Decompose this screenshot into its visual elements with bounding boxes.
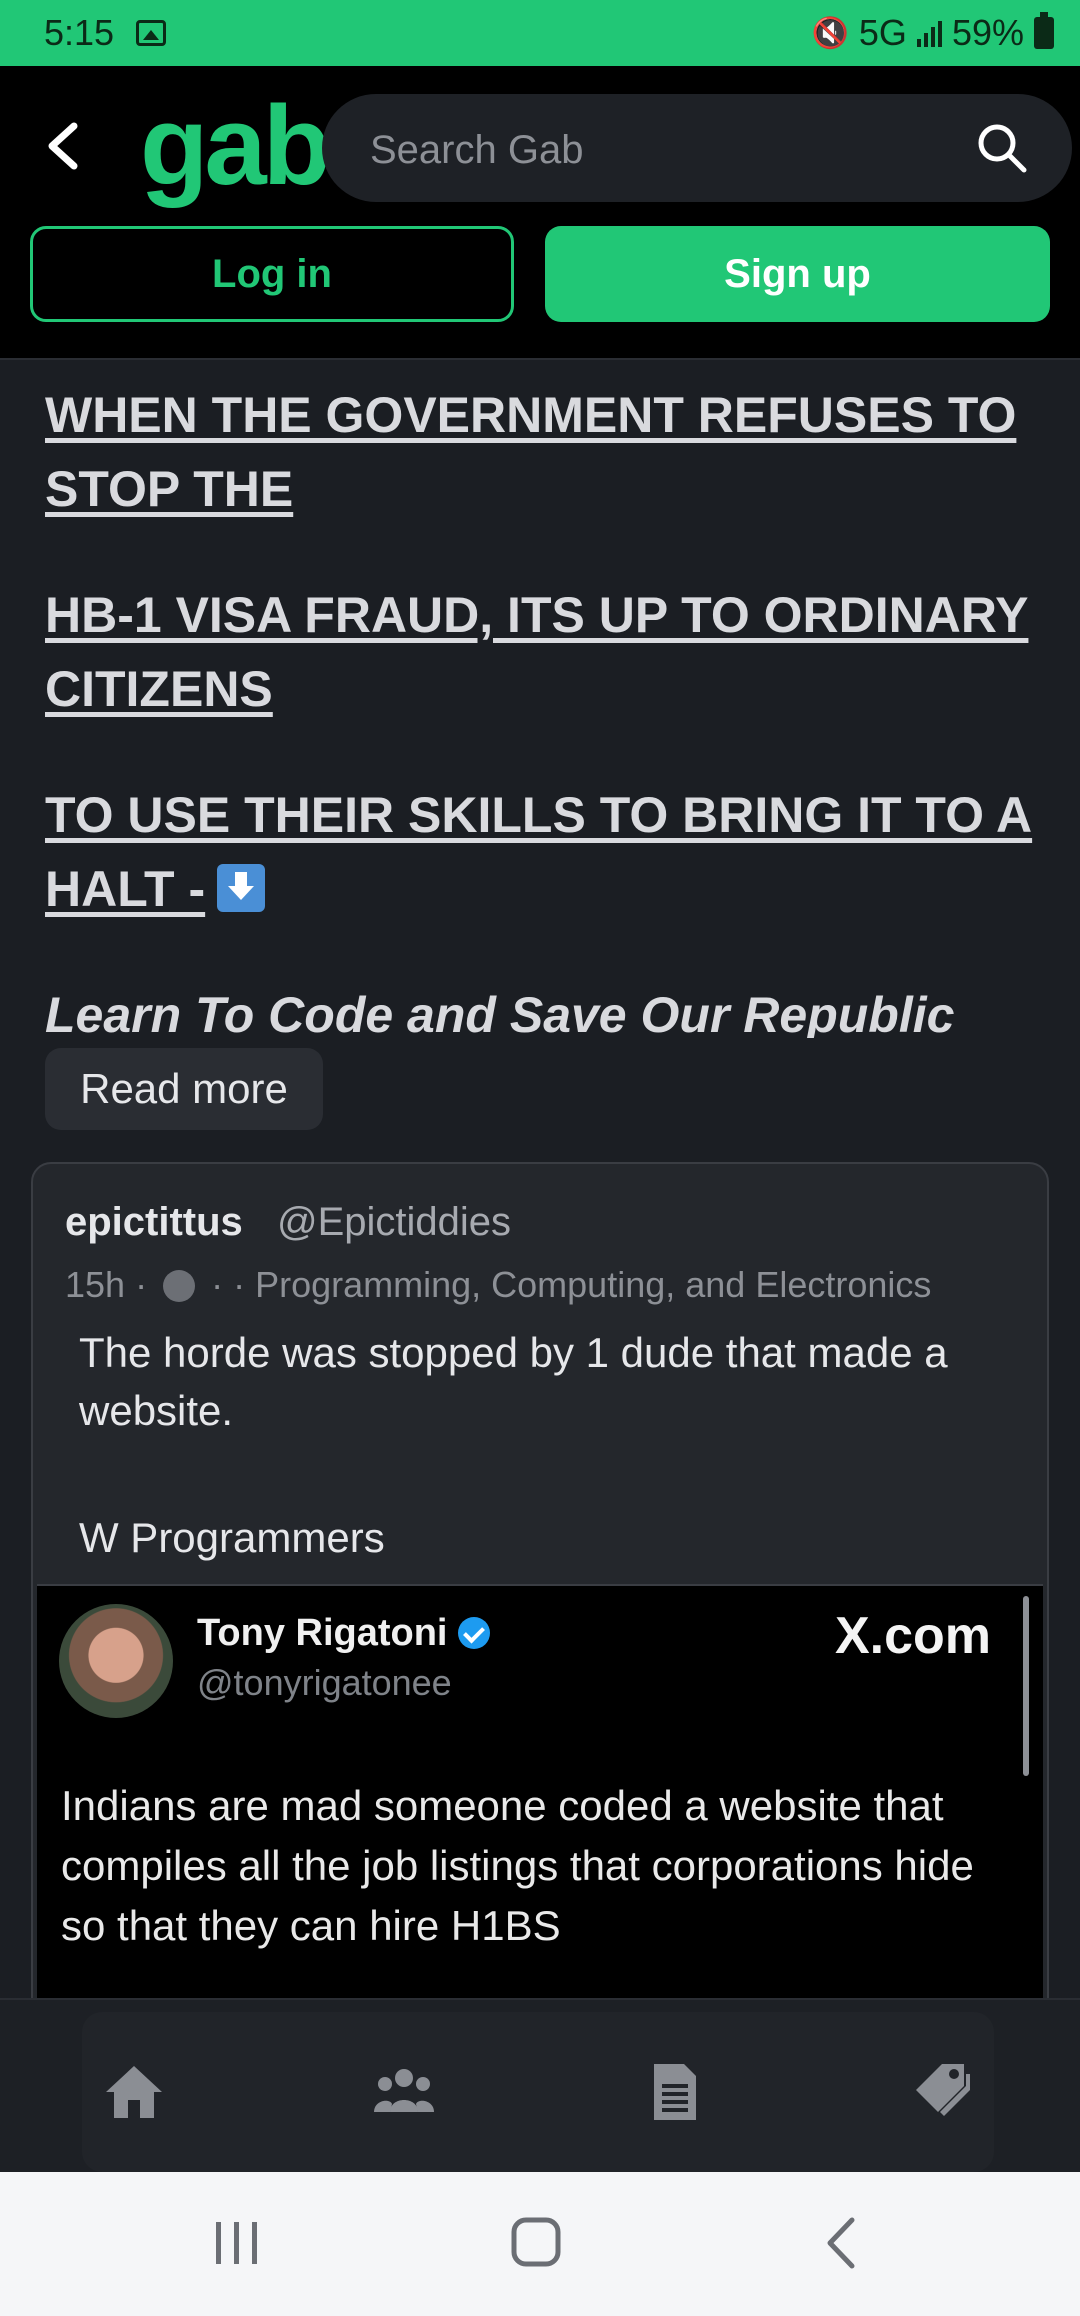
back-arrow-icon[interactable]: [34, 116, 94, 176]
quoted-author-handle[interactable]: @Epictiddies: [277, 1200, 511, 1245]
embed-text: Indians are mad someone coded a website …: [61, 1782, 974, 1949]
embed-handle: @tonyrigatonee: [197, 1662, 452, 1703]
back-button-icon[interactable]: [816, 2216, 870, 2270]
groups-icon[interactable]: [372, 2060, 436, 2124]
quoted-post-text: The horde was stopped by 1 dude that mad…: [79, 1329, 948, 1434]
signup-button[interactable]: Sign up: [545, 226, 1050, 322]
system-navigation-bar: [0, 2172, 1080, 2316]
status-bar: 5:15 🔇 5G 59%: [0, 0, 1080, 66]
bottom-nav-container: [82, 2012, 994, 2172]
avatar: [59, 1604, 173, 1718]
quoted-post[interactable]: epictittus @Epictiddies 15h · · · Progra…: [31, 1162, 1049, 2000]
bottom-navigation: [0, 1998, 1080, 2174]
feed-content: WHEN THE GOVERNMENT REFUSES TO STOP THE …: [0, 360, 1080, 2000]
status-right: 🔇 5G 59%: [812, 12, 1054, 54]
quoted-post-meta: 15h · · · Programming, Computing, and El…: [65, 1264, 932, 1305]
battery-percent: 59%: [951, 12, 1024, 53]
read-more-button[interactable]: Read more: [45, 1048, 323, 1130]
verified-badge-icon: [457, 1617, 490, 1649]
search-placeholder: Search Gab: [370, 128, 584, 172]
post-time: 15h: [65, 1264, 126, 1305]
search-icon[interactable]: [974, 120, 1030, 176]
news-icon[interactable]: [642, 2060, 706, 2124]
search-input[interactable]: Search Gab: [322, 94, 1072, 202]
network-type: 5G: [858, 12, 907, 53]
x-logo: X.com: [834, 1607, 991, 1665]
scrollbar[interactable]: [1023, 1596, 1029, 1776]
top-header: gab Search Gab Log in Sign up: [0, 66, 1080, 360]
embed-author: Tony Rigatoni: [197, 1612, 490, 1655]
status-time: 5:15: [44, 12, 115, 53]
gab-logo[interactable]: gab: [140, 90, 331, 202]
quoted-post-text-2: W Programmers: [79, 1514, 385, 1561]
login-button[interactable]: Log in: [30, 226, 514, 322]
post-line: Learn To Code and Save Our Republic: [45, 987, 955, 1038]
recent-apps-icon[interactable]: [210, 2216, 264, 2270]
down-arrow-emoji-icon: [217, 864, 266, 912]
post-line[interactable]: WHEN THE GOVERNMENT REFUSES TO STOP THE: [45, 378, 1045, 526]
post-line[interactable]: TO USE THEIR SKILLS TO BRING IT TO A HAL…: [45, 787, 1032, 917]
embedded-tweet-image[interactable]: Tony Rigatoni @tonyrigatonee X.com India…: [37, 1584, 1043, 2000]
marketplace-tag-icon[interactable]: [912, 2060, 976, 2124]
signal-icon: [916, 19, 942, 47]
quoted-author-name[interactable]: epictittus: [65, 1200, 243, 1245]
group-name[interactable]: Programming, Computing, and Electronics: [255, 1264, 931, 1305]
post-line-with-emoji[interactable]: TO USE THEIR SKILLS TO BRING IT TO A HAL…: [45, 778, 1045, 926]
home-icon[interactable]: [102, 2060, 166, 2124]
post-line[interactable]: HB-1 VISA FRAUD, ITS UP TO ORDINARY CITI…: [45, 578, 1045, 726]
globe-icon: [163, 1270, 196, 1302]
battery-icon: [1034, 12, 1054, 49]
home-button-icon[interactable]: [510, 2216, 564, 2270]
post-body: WHEN THE GOVERNMENT REFUSES TO STOP THE …: [45, 378, 1045, 1038]
mute-icon: 🔇: [811, 16, 849, 50]
image-notification-icon: [136, 20, 166, 46]
